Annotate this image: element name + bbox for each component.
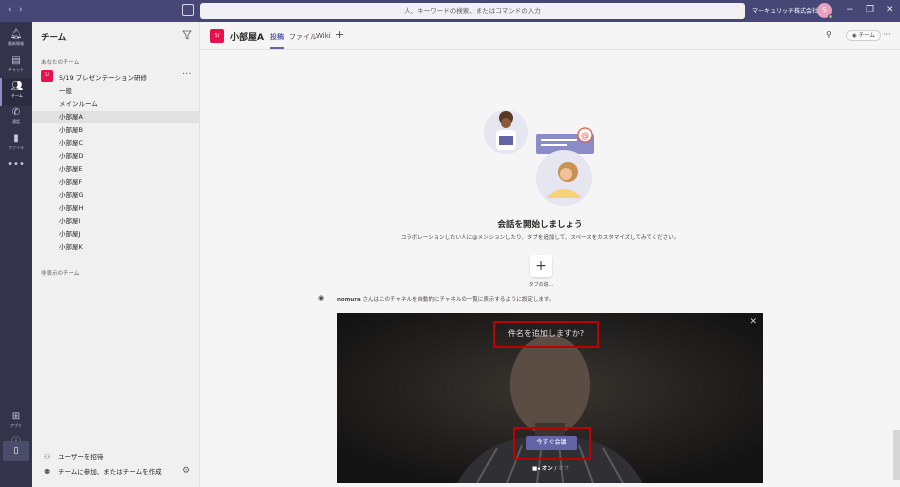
teams-panel: チーム あなたのチーム 5/ 5/19 プレゼンテーション研修 ··· 一般 メ… [32,22,200,487]
camera-icon: ■◂ [532,466,540,472]
section-your-teams: あなたのチーム [41,60,80,66]
join-create-label: チームに参加、またはチームを作成 [58,468,162,476]
camera-off-label: オフ [558,466,570,472]
team-button-label: チーム [858,33,875,39]
channel-item[interactable]: 小部屋D [32,150,200,162]
bell-icon: 🔔︎ [9,29,23,40]
plus-icon: + [535,258,547,274]
channel-title: 小部屋A [230,33,264,43]
status-dot [828,14,833,19]
join-create-team-button[interactable]: ⚉ チームに参加、またはチームを作成 [32,466,200,478]
camera-on-label: オン [541,466,553,472]
app-rail: 🔔︎ 最新情報 ▤ チャット 👥︎ チーム ✆ 通話 ▮ ファイル ••• ⊞ … [0,22,32,487]
channel-item[interactable]: 小部屋G [32,189,200,201]
maximize-icon[interactable]: ❐ [866,5,874,15]
more-icon: ••• [7,159,25,170]
rail-item-activity[interactable]: 🔔︎ 最新情報 [0,26,32,54]
channel-item[interactable]: 小部屋J [32,228,200,240]
rail-label: 最新情報 [8,41,24,46]
mobile-app-icon[interactable]: ▯ [3,441,29,461]
channel-team-badge: 5/ [210,29,224,43]
section-hidden-teams[interactable]: 非表示のチーム [41,269,79,277]
channel-item-selected[interactable]: 小部屋A [32,111,200,123]
file-icon: ▮ [13,133,19,144]
camera-separator: / [554,466,557,472]
back-icon[interactable]: ‹ [8,5,12,15]
rail-item-files[interactable]: ▮ ファイル [0,130,32,158]
meeting-subject-input[interactable]: 件名を追加しますか? [495,323,597,346]
team-button[interactable]: ◉ チーム [846,30,881,41]
title-bar: ‹ › 人、キーワードの検索、またはコマンドの入力 マーキュリッチ株式会社 S … [0,0,900,22]
minimize-icon[interactable]: − [846,5,854,15]
subject-highlight: 件名を追加しますか? [493,321,599,348]
avatar[interactable]: S [817,3,833,19]
tab-files[interactable]: ファイル [289,32,317,42]
org-name[interactable]: マーキュリッチ株式会社 [752,6,818,15]
phone-icon: ✆ [11,107,21,118]
more-options-icon[interactable]: ··· [883,30,891,39]
meet-now-button[interactable]: 今すぐ会議 [526,436,577,450]
new-chat-icon[interactable] [182,4,194,16]
channel-item[interactable]: 一般 [32,85,200,97]
eye-icon: ◉ [318,294,325,302]
team-item[interactable]: 5/ 5/19 プレゼンテーション研修 ··· [32,68,200,84]
org-chart-icon[interactable]: ⚲ [826,30,832,39]
add-tab-button[interactable]: + [530,255,552,277]
add-tab-icon[interactable]: + [335,28,344,41]
channel-header: 5/ 小部屋A 投稿 ファイル Wiki + ⚲ ◉ チーム ··· [200,22,900,50]
notice-user: nomura [337,297,361,303]
channel-item[interactable]: 小部屋C [32,137,200,149]
forward-icon[interactable]: › [19,5,23,15]
rail-label: チーム [11,93,23,98]
conversation-illustration: @ [484,110,594,206]
team-badge: 5/ [41,70,53,82]
channel-notice: nomura さんはこのチャネルを自動的にチャネルの一覧に表示するように設定しま… [337,295,554,303]
avatar-initial: S [822,6,827,14]
join-team-icon: ⚉ [44,468,51,476]
channel-main: 5/ 小部屋A 投稿 ファイル Wiki + ⚲ ◉ チーム ··· @ 会話を… [200,22,900,487]
channel-item[interactable]: 小部屋B [32,124,200,136]
more-options-icon[interactable]: ··· [182,69,192,80]
teams-icon: 👥︎ [10,81,24,92]
empty-state-title: 会話を開始しましょう [497,220,583,230]
channel-item[interactable]: 小部屋I [32,215,200,227]
filter-icon[interactable] [182,30,192,40]
search-input[interactable]: 人、キーワードの検索、またはコマンドの入力 [200,3,745,19]
rail-label: アプリ [10,423,22,428]
invite-label: ユーザーを招待 [58,453,104,461]
empty-state-subtitle: コラボレーションしたい人に@メンションしたり、タブを追加して、スペースをカスタマ… [400,235,680,241]
panel-title: チーム [41,33,67,43]
tab-posts[interactable]: 投稿 [270,32,284,49]
rail-label: 通話 [12,119,20,124]
close-window-icon[interactable]: ✕ [886,5,894,15]
channel-item[interactable]: 小部屋E [32,163,200,175]
add-person-icon: ⚇ [44,453,51,461]
rail-item-apps[interactable]: ⊞ アプリ [0,408,32,436]
channel-item[interactable]: メインルーム [32,98,200,110]
svg-text:@: @ [581,131,589,140]
channel-item[interactable]: 小部屋K [32,241,200,253]
add-tab-label: タブの追... [528,282,554,288]
notice-text: さんはこのチャネルを自動的にチャネルの一覧に表示するように設定します。 [362,297,555,303]
camera-toggle[interactable]: ■◂ オン / オフ [532,464,569,472]
apps-icon: ⊞ [11,411,21,422]
team-name: 5/19 プレゼンテーション研修 [59,74,148,82]
rail-item-calls[interactable]: ✆ 通話 [0,104,32,132]
rail-label: チャット [8,67,24,72]
rail-item-chat[interactable]: ▤ チャット [0,52,32,80]
scrollbar[interactable] [893,430,900,480]
rail-label: ファイル [8,145,24,150]
channel-item[interactable]: 小部屋H [32,202,200,214]
meeting-preview: ✕ 件名を追加しますか? 今すぐ会議 ■◂ オン / オフ [337,313,763,483]
close-icon[interactable]: ✕ [749,317,757,327]
rail-item-teams[interactable]: 👥︎ チーム [0,78,32,106]
gear-icon[interactable]: ⚙ [182,466,190,476]
channel-item[interactable]: 小部屋F [32,176,200,188]
chat-icon: ▤ [11,55,21,66]
rail-item-more[interactable]: ••• [0,156,32,184]
invite-user-button[interactable]: ⚇ ユーザーを招待 [32,451,200,463]
meet-now-highlight: 今すぐ会議 [513,427,591,460]
tab-wiki[interactable]: Wiki [316,32,331,40]
